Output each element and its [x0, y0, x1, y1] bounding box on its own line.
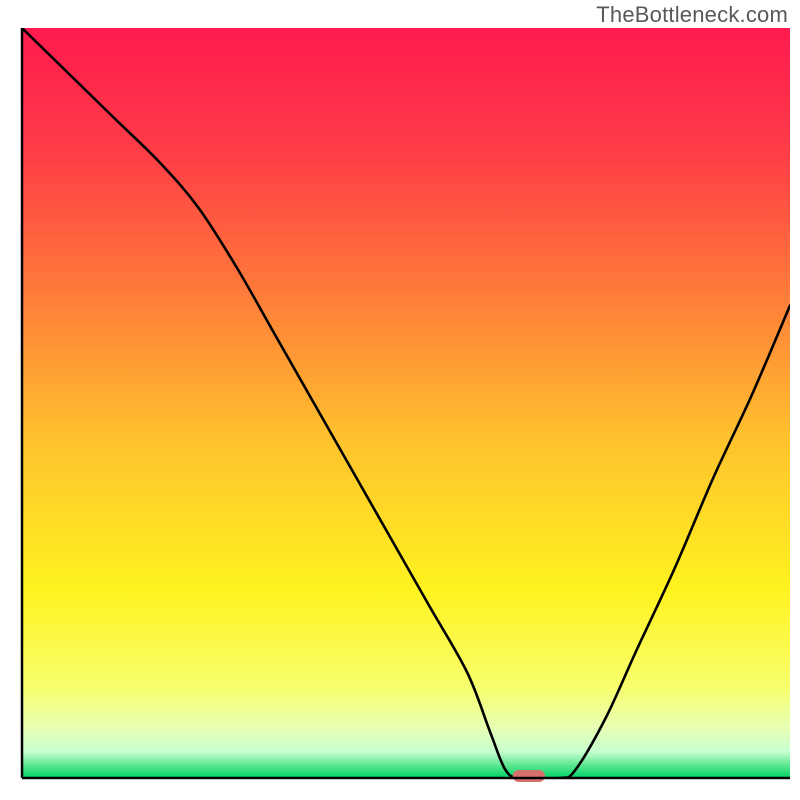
chart-svg	[0, 0, 800, 800]
optimum-marker	[513, 770, 545, 782]
watermark-text: TheBottleneck.com	[596, 2, 788, 28]
plot-area	[22, 28, 790, 782]
bottleneck-chart: TheBottleneck.com	[0, 0, 800, 800]
